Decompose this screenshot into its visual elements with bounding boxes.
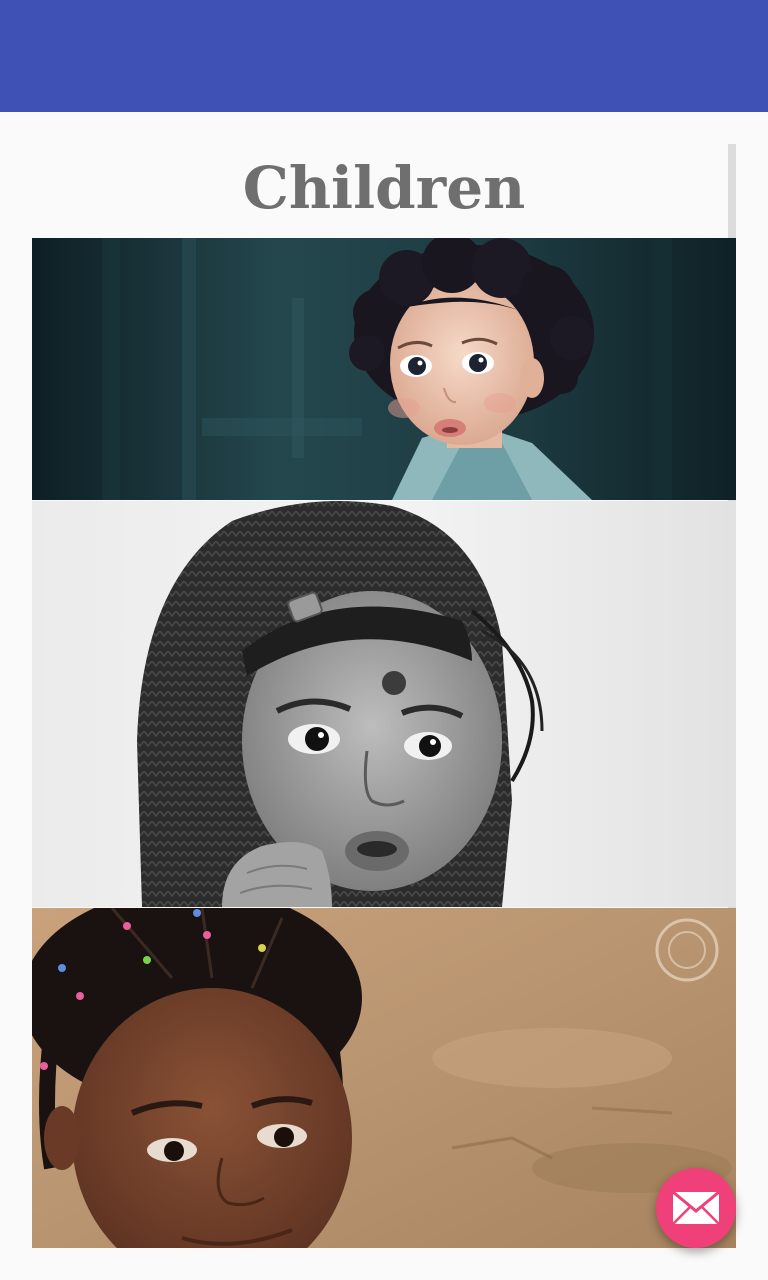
- child-braided-hair-photo: [32, 908, 736, 1248]
- page-title: Children: [242, 154, 526, 222]
- child-knit-hood-photo: [32, 501, 736, 907]
- mail-icon: [672, 1191, 720, 1225]
- app-bar: [0, 0, 768, 112]
- mail-fab-button[interactable]: [656, 1168, 736, 1248]
- child-curly-hair-photo: [32, 238, 736, 500]
